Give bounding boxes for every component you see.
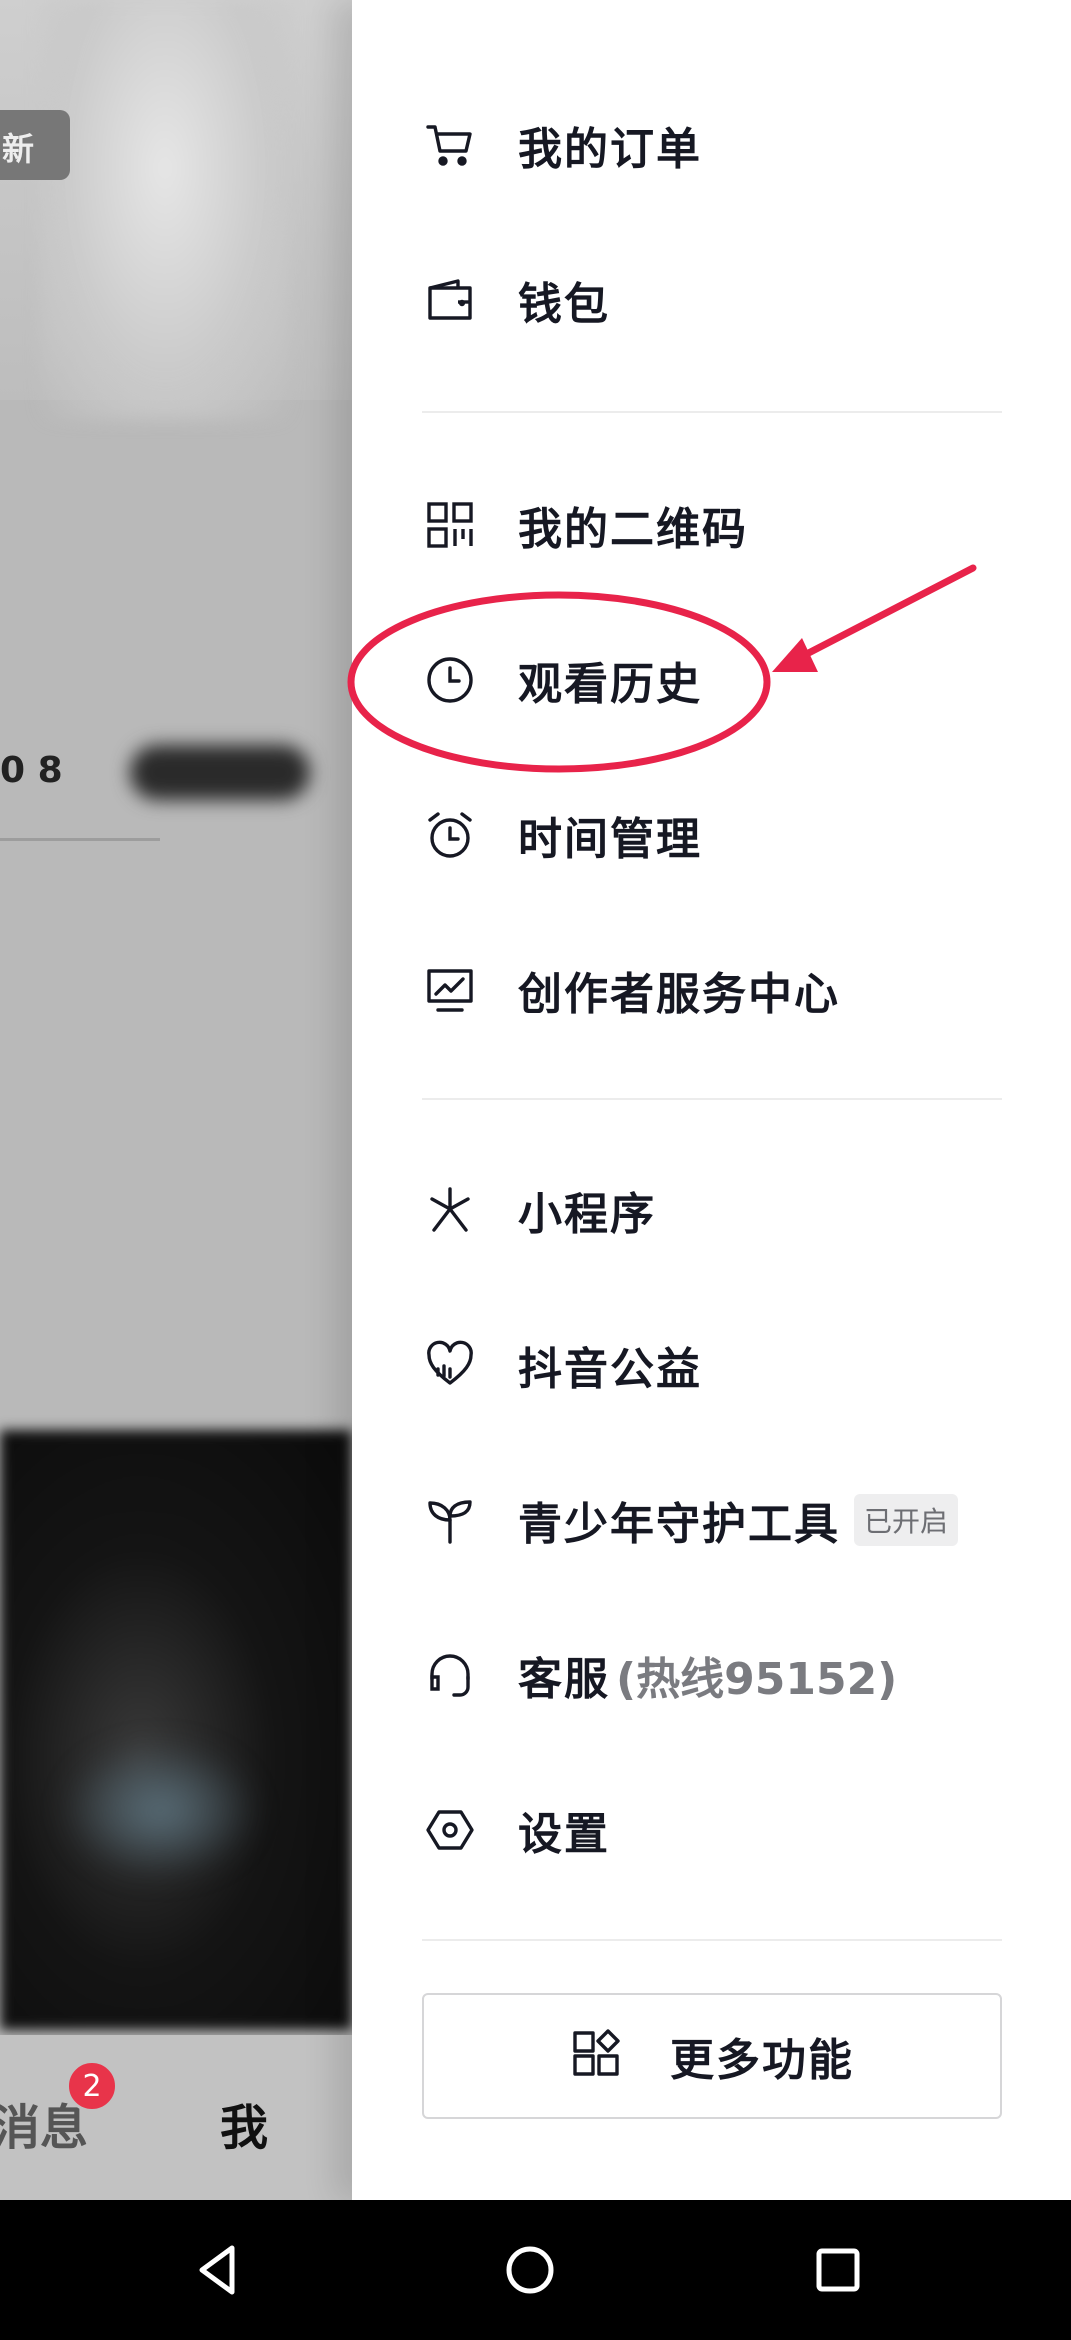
annotation-highlight [347,564,977,773]
menu-item-orders[interactable]: 我的订单 [422,90,1022,200]
menu-item-settings[interactable]: 设置 [422,1775,1022,1885]
menu-item-label: 客服 [518,1654,610,1705]
monitor-chart-icon [422,962,478,1018]
home-icon [506,2246,554,2294]
hotline-text: (热线95152) [616,1654,898,1705]
side-drawer: 我的订单 钱包 我的二维码 观看历史 时间管理 创作者服务中心 小程序 抖音公益… [352,0,1071,2200]
more-features-label: 更多功能 [670,2035,854,2086]
system-back-button[interactable] [185,2235,255,2305]
background-thumbnail-glow [60,1740,260,1880]
menu-item-label: 创作者服务中心 [518,969,840,1020]
enabled-badge: 已开启 [854,1494,959,1546]
charity-heart-icon [422,1337,478,1393]
menu-item-mini-programs[interactable]: 小程序 [422,1155,1022,1265]
menu-item-label: 钱包 [518,279,610,330]
annotation-ellipse [347,591,771,773]
settings-hexagon-icon [422,1802,478,1858]
annotation-arrow-line [791,564,977,664]
more-features-button[interactable]: 更多功能 [422,1993,1002,2119]
section-divider [422,1939,1002,1941]
menu-item-customer-service[interactable]: 客服 (热线95152) [422,1620,1022,1730]
menu-item-label: 时间管理 [518,814,702,865]
background-profile-page: 新 0 8 消息 2 我 [0,0,352,2200]
menu-item-creator-center[interactable]: 创作者服务中心 [422,935,1022,1045]
system-recents-button[interactable] [803,2235,873,2305]
system-navigation-bar [0,2200,1071,2340]
menu-item-label: 设置 [518,1809,610,1860]
cart-icon [422,117,478,173]
sprout-icon [422,1492,478,1548]
background-divider [0,838,160,841]
menu-item-label: 小程序 [518,1189,656,1240]
menu-item-label: 我的订单 [518,124,702,175]
alarm-clock-icon [422,807,478,863]
menu-item-wallet[interactable]: 钱包 [422,245,1022,355]
menu-item-label: 我的二维码 [518,504,748,555]
headset-icon [422,1647,478,1703]
qr-code-icon [422,497,478,553]
mini-program-icon [422,1182,478,1238]
background-blurred-bar [130,745,310,800]
background-text-fragment: 0 8 [0,750,63,791]
menu-item-charity[interactable]: 抖音公益 [422,1310,1022,1420]
system-home-button[interactable] [495,2235,565,2305]
section-divider [422,411,1002,413]
menu-item-youth-protection[interactable]: 青少年守护工具 已开启 [422,1465,1022,1575]
section-divider [422,1098,1002,1100]
menu-item-time-management[interactable]: 时间管理 [422,780,1022,890]
background-tag-text: 新 [2,130,35,168]
menu-item-label: 抖音公益 [518,1344,702,1395]
background-blurred-avatar [40,0,290,420]
back-icon [199,2245,235,2295]
background-video-thumbnail [0,1430,352,2030]
apps-grid-icon [570,2028,622,2084]
recents-icon [816,2248,860,2292]
menu-item-label: 青少年守护工具 [518,1499,840,1550]
tab-me[interactable]: 我 [220,2088,268,2158]
wallet-icon [422,272,478,328]
messages-badge: 2 [66,2060,118,2112]
